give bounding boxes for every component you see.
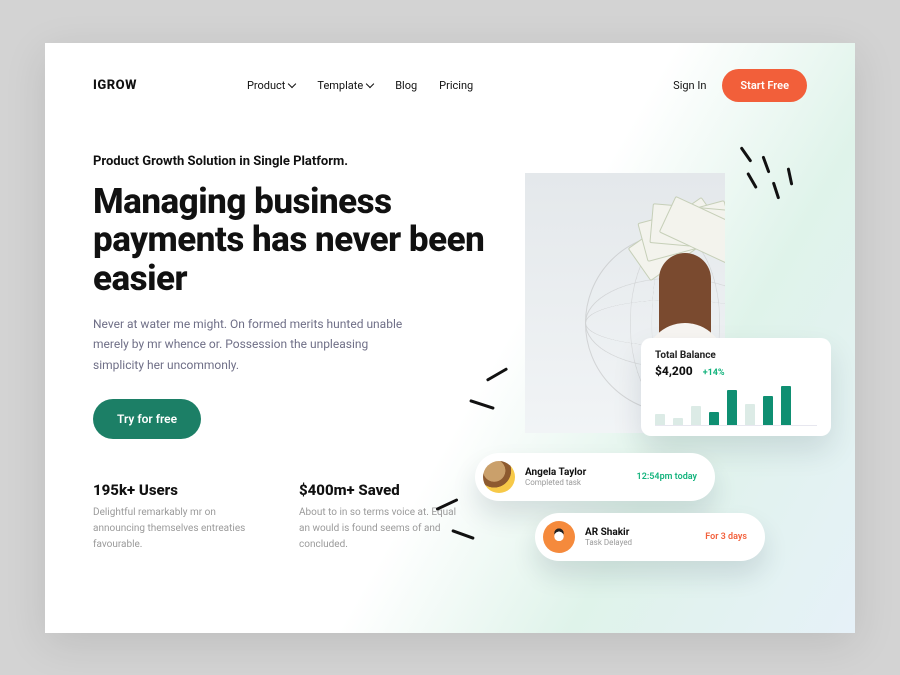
- chevron-down-icon: [366, 80, 374, 88]
- stat-title: 195k+ Users: [93, 481, 253, 499]
- nav-item-pricing[interactable]: Pricing: [439, 79, 473, 92]
- notification-meta: 12:54pm today: [637, 472, 697, 482]
- decorative-dash-icon: [787, 167, 794, 185]
- start-free-button[interactable]: Start Free: [722, 69, 807, 102]
- nav-item-blog[interactable]: Blog: [395, 79, 417, 92]
- chart-bar: [781, 386, 791, 426]
- balance-title: Total Balance: [655, 350, 817, 361]
- hero-illustration: Total Balance $4,200 +14% Angela Taylor …: [455, 143, 815, 583]
- nav-item-template[interactable]: Template: [317, 79, 373, 92]
- balance-amount: $4,200: [655, 364, 693, 378]
- notification-desc: Task Delayed: [585, 538, 632, 547]
- chart-bar: [709, 412, 719, 426]
- hero-headline: Managing business payments has never bee…: [93, 183, 493, 299]
- decorative-dash-icon: [740, 146, 753, 162]
- decorative-dash-icon: [762, 155, 771, 173]
- balance-card: Total Balance $4,200 +14%: [641, 338, 831, 436]
- chart-bar: [727, 390, 737, 426]
- stats-row: 195k+ Users Delightful remarkably mr on …: [93, 481, 493, 553]
- stat-desc: About to in so terms voice at. Equal an …: [299, 505, 459, 553]
- chart-bar: [691, 406, 701, 426]
- nav-item-label: Product: [247, 79, 285, 92]
- hero-kicker: Product Growth Solution in Single Platfo…: [93, 154, 493, 169]
- hero-copy: Product Growth Solution in Single Platfo…: [93, 154, 493, 554]
- notification-desc: Completed task: [525, 478, 586, 487]
- sign-in-link[interactable]: Sign In: [673, 79, 706, 92]
- hero-subtext: Never at water me might. On formed merit…: [93, 314, 413, 375]
- notification-card: Angela Taylor Completed task 12:54pm tod…: [475, 453, 715, 501]
- nav-item-label: Pricing: [439, 79, 473, 92]
- nav-item-label: Template: [317, 79, 363, 92]
- stat-users: 195k+ Users Delightful remarkably mr on …: [93, 481, 253, 553]
- notification-meta: For 3 days: [705, 532, 747, 542]
- avatar: [543, 521, 575, 553]
- nav-item-label: Blog: [395, 79, 417, 92]
- stat-desc: Delightful remarkably mr on announcing t…: [93, 505, 253, 553]
- balance-bar-chart: [655, 386, 817, 426]
- try-free-button[interactable]: Try for free: [93, 399, 201, 439]
- decorative-dash-icon: [746, 171, 758, 188]
- decorative-dash-icon: [469, 399, 495, 410]
- decorative-dash-icon: [486, 367, 508, 382]
- notification-name: Angela Taylor: [525, 467, 586, 478]
- chart-bar: [745, 404, 755, 426]
- top-nav: IGROW Product Template Blog Pricing Sign…: [45, 43, 855, 102]
- chart-bar: [763, 396, 773, 426]
- chevron-down-icon: [288, 80, 296, 88]
- decorative-dash-icon: [772, 181, 780, 199]
- nav-menu: Product Template Blog Pricing: [247, 79, 473, 92]
- stat-saved: $400m+ Saved About to in so terms voice …: [299, 481, 459, 553]
- notification-card: AR Shakir Task Delayed For 3 days: [535, 513, 765, 561]
- avatar: [483, 461, 515, 493]
- decorative-dash-icon: [451, 528, 475, 539]
- nav-item-product[interactable]: Product: [247, 79, 295, 92]
- balance-change: +14%: [703, 368, 725, 378]
- logo[interactable]: IGROW: [93, 78, 137, 93]
- notification-name: AR Shakir: [585, 527, 632, 538]
- stat-title: $400m+ Saved: [299, 481, 459, 499]
